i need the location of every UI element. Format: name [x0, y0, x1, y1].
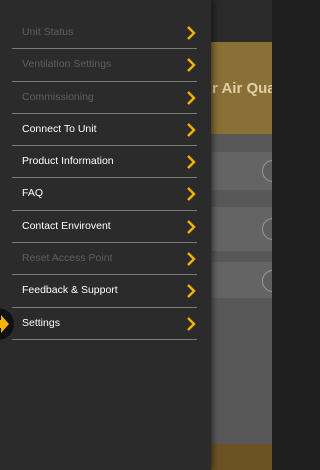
chevron-right-icon — [185, 57, 197, 73]
chevron-right-icon — [185, 283, 197, 299]
menu-item-unit-status[interactable]: Unit Status — [0, 17, 211, 50]
menu-item-commissioning[interactable]: Commissioning — [0, 82, 211, 115]
menu-item-label: FAQ — [22, 187, 44, 200]
menu-item-label: Ventilation Settings — [22, 58, 112, 71]
arrow-right-icon — [0, 315, 9, 333]
chevron-right-icon — [185, 25, 197, 41]
chevron-right-icon — [185, 186, 197, 202]
menu-item-reset-access-point[interactable]: Reset Access Point — [0, 243, 211, 276]
background-title: r Air Qua — [212, 80, 272, 97]
chevron-right-icon — [185, 316, 197, 332]
menu-item-label: Reset Access Point — [22, 252, 113, 265]
menu-item-connect-to-unit[interactable]: Connect To Unit — [0, 114, 211, 147]
menu-item-feedback-support[interactable]: Feedback & Support — [0, 275, 211, 308]
chevron-right-icon — [185, 154, 197, 170]
menu-item-product-information[interactable]: Product Information — [0, 146, 211, 179]
chevron-right-icon — [185, 90, 197, 106]
chevron-right-icon — [185, 219, 197, 235]
menu-item-label: Commissioning — [22, 90, 94, 103]
drawer-menu: Unit Status Ventilation Settings Commiss… — [0, 17, 211, 341]
menu-item-label: Settings — [22, 316, 60, 329]
app-screen: r Air Qua Unit Status Ventilation Settin… — [0, 0, 272, 470]
menu-item-ventilation-settings[interactable]: Ventilation Settings — [0, 49, 211, 82]
menu-item-label: Feedback & Support — [22, 284, 118, 297]
navigation-drawer: Unit Status Ventilation Settings Commiss… — [0, 0, 211, 470]
menu-item-label: Contact Envirovent — [22, 219, 111, 232]
menu-item-label: Unit Status — [22, 26, 74, 38]
chevron-right-icon — [185, 251, 197, 267]
menu-item-settings[interactable]: Settings — [0, 308, 211, 341]
menu-item-contact-envirovent[interactable]: Contact Envirovent — [0, 211, 211, 244]
menu-item-label: Connect To Unit — [22, 122, 97, 135]
chevron-right-icon — [185, 122, 197, 138]
menu-item-faq[interactable]: FAQ — [0, 178, 211, 212]
menu-item-label: Product Information — [22, 155, 114, 168]
